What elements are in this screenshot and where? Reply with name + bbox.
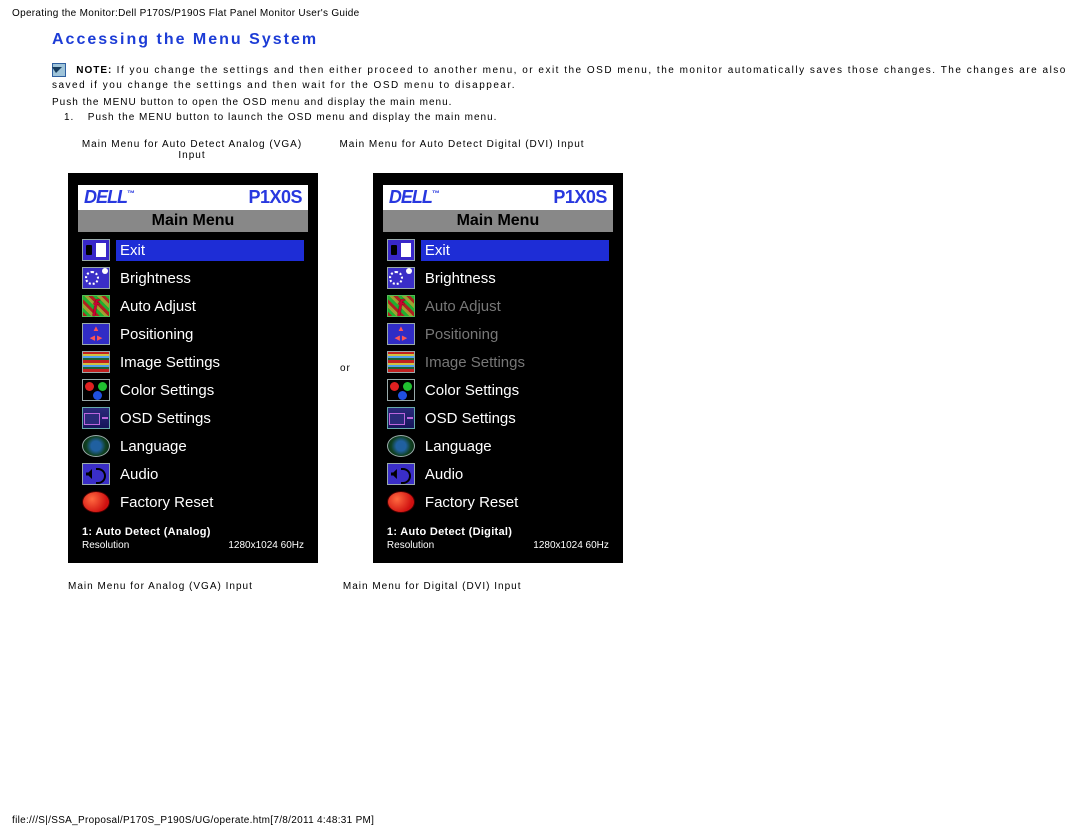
note-text: If you change the settings and then eith… xyxy=(52,65,1067,91)
resolution-value: 1280x1024 60Hz xyxy=(533,540,609,551)
status-input: 1: Auto Detect (Analog) xyxy=(82,526,304,538)
menu-item-label: Audio xyxy=(116,464,304,485)
menu-item-label: OSD Settings xyxy=(116,408,304,429)
bright-icon xyxy=(387,267,415,289)
menu-item-language[interactable]: Language xyxy=(385,432,611,460)
lang-icon xyxy=(82,435,110,457)
caption-analog-auto: Main Menu for Auto Detect Analog (VGA) I… xyxy=(67,139,317,161)
menu-item-label: Positioning xyxy=(421,324,609,345)
menu-item-audio[interactable]: Audio xyxy=(80,460,306,488)
menu-item-color settings[interactable]: Color Settings xyxy=(385,376,611,404)
menu-item-brightness[interactable]: Brightness xyxy=(80,264,306,292)
pos-icon xyxy=(82,323,110,345)
dell-logo: DELL™ xyxy=(84,187,134,208)
step-text: Push the MENU button to launch the OSD m… xyxy=(88,112,498,123)
osd-header: DELL™ P1X0S xyxy=(78,185,308,210)
color-icon xyxy=(387,379,415,401)
osd-header: DELL™ P1X0S xyxy=(383,185,613,210)
menu-item-label: Exit xyxy=(116,240,304,261)
auto-icon: ƒ xyxy=(387,295,415,317)
menu-item-label: Brightness xyxy=(116,268,304,289)
menu-item-auto adjust[interactable]: ƒ Auto Adjust xyxy=(80,292,306,320)
color-icon xyxy=(82,379,110,401)
menu-item-label: Image Settings xyxy=(116,352,304,373)
caption-digital-auto: Main Menu for Auto Detect Digital (DVI) … xyxy=(337,139,587,161)
menu-item-image settings[interactable]: Image Settings xyxy=(80,348,306,376)
resolution-value: 1280x1024 60Hz xyxy=(228,540,304,551)
menu-list: Exit Brightness ƒ Auto Adjust Positioning Ima… xyxy=(383,232,613,526)
img-icon xyxy=(82,351,110,373)
menu-item-factory reset[interactable]: Factory Reset xyxy=(80,488,306,516)
menu-item-brightness[interactable]: Brightness xyxy=(385,264,611,292)
caption-analog: Main Menu for Analog (VGA) Input xyxy=(68,581,253,592)
menu-item-label: Color Settings xyxy=(421,380,609,401)
menu-item-label: Exit xyxy=(421,240,609,261)
model-number: P1X0S xyxy=(248,187,302,208)
menu-item-color settings[interactable]: Color Settings xyxy=(80,376,306,404)
main-menu-title: Main Menu xyxy=(383,210,613,232)
audio-icon xyxy=(387,463,415,485)
menu-item-exit[interactable]: Exit xyxy=(80,236,306,264)
menu-item-positioning[interactable]: Positioning xyxy=(80,320,306,348)
section-title: Accessing the Menu System xyxy=(52,31,1068,49)
menu-item-positioning[interactable]: Positioning xyxy=(385,320,611,348)
menu-item-label: Language xyxy=(421,436,609,457)
bright-icon xyxy=(82,267,110,289)
menu-item-label: Auto Adjust xyxy=(116,296,304,317)
reset-icon xyxy=(387,491,415,513)
menu-item-language[interactable]: Language xyxy=(80,432,306,460)
main-menu-title: Main Menu xyxy=(78,210,308,232)
menu-item-label: Factory Reset xyxy=(116,492,304,513)
menu-item-osd settings[interactable]: OSD Settings xyxy=(80,404,306,432)
note-block: NOTE: If you change the settings and the… xyxy=(52,63,1068,93)
menu-item-label: Image Settings xyxy=(421,352,609,373)
step-1: 1. Push the MENU button to launch the OS… xyxy=(64,112,1068,123)
model-number: P1X0S xyxy=(553,187,607,208)
page-header: Operating the Monitor:Dell P170S/P190S F… xyxy=(12,8,1068,19)
exit-icon xyxy=(82,239,110,261)
osd-analog: DELL™ P1X0SMain Menu Exit Brightness ƒ Auto A… xyxy=(68,173,318,563)
footer-path: file:///S|/SSA_Proposal/P170S_P190S/UG/o… xyxy=(12,815,374,826)
osd-icon xyxy=(387,407,415,429)
menu-item-label: Positioning xyxy=(116,324,304,345)
note-icon xyxy=(52,63,66,77)
reset-icon xyxy=(82,491,110,513)
pos-icon xyxy=(387,323,415,345)
lang-icon xyxy=(387,435,415,457)
exit-icon xyxy=(387,239,415,261)
menu-item-label: Color Settings xyxy=(116,380,304,401)
resolution-label: Resolution xyxy=(82,540,129,551)
audio-icon xyxy=(82,463,110,485)
osd-status: 1: Auto Detect (Analog) Resolution 1280x10… xyxy=(78,526,308,551)
menu-item-label: OSD Settings xyxy=(421,408,609,429)
status-input: 1: Auto Detect (Digital) xyxy=(387,526,609,538)
caption-digital: Main Menu for Digital (DVI) Input xyxy=(343,581,522,592)
note-label: NOTE: xyxy=(76,65,112,76)
menu-item-label: Auto Adjust xyxy=(421,296,609,317)
menu-item-image settings[interactable]: Image Settings xyxy=(385,348,611,376)
menu-item-label: Audio xyxy=(421,464,609,485)
img-icon xyxy=(387,351,415,373)
auto-icon: ƒ xyxy=(82,295,110,317)
dell-logo: DELL™ xyxy=(389,187,439,208)
top-captions: Main Menu for Auto Detect Analog (VGA) I… xyxy=(67,139,1068,161)
menu-item-label: Brightness xyxy=(421,268,609,289)
push-instruction-line: Push the MENU button to open the OSD men… xyxy=(52,97,1068,108)
menu-item-factory reset[interactable]: Factory Reset xyxy=(385,488,611,516)
menu-item-audio[interactable]: Audio xyxy=(385,460,611,488)
osd-status: 1: Auto Detect (Digital) Resolution 1280x1… xyxy=(383,526,613,551)
or-separator: or xyxy=(340,363,351,374)
figures-row: DELL™P1X0SMain MenuExitBrightnessƒAuto A… xyxy=(68,173,1068,563)
step-number: 1. xyxy=(64,112,84,123)
menu-item-label: Factory Reset xyxy=(421,492,609,513)
menu-item-osd settings[interactable]: OSD Settings xyxy=(385,404,611,432)
osd-digital: DELL™ P1X0SMain Menu Exit Brightness ƒ Auto A… xyxy=(373,173,623,563)
menu-item-exit[interactable]: Exit xyxy=(385,236,611,264)
osd-icon xyxy=(82,407,110,429)
menu-item-label: Language xyxy=(116,436,304,457)
bottom-captions: Main Menu for Analog (VGA) Input Main Me… xyxy=(68,581,1068,592)
menu-list: Exit Brightness ƒ Auto Adjust Positioning Ima… xyxy=(78,232,308,526)
menu-item-auto adjust[interactable]: ƒ Auto Adjust xyxy=(385,292,611,320)
resolution-label: Resolution xyxy=(387,540,434,551)
